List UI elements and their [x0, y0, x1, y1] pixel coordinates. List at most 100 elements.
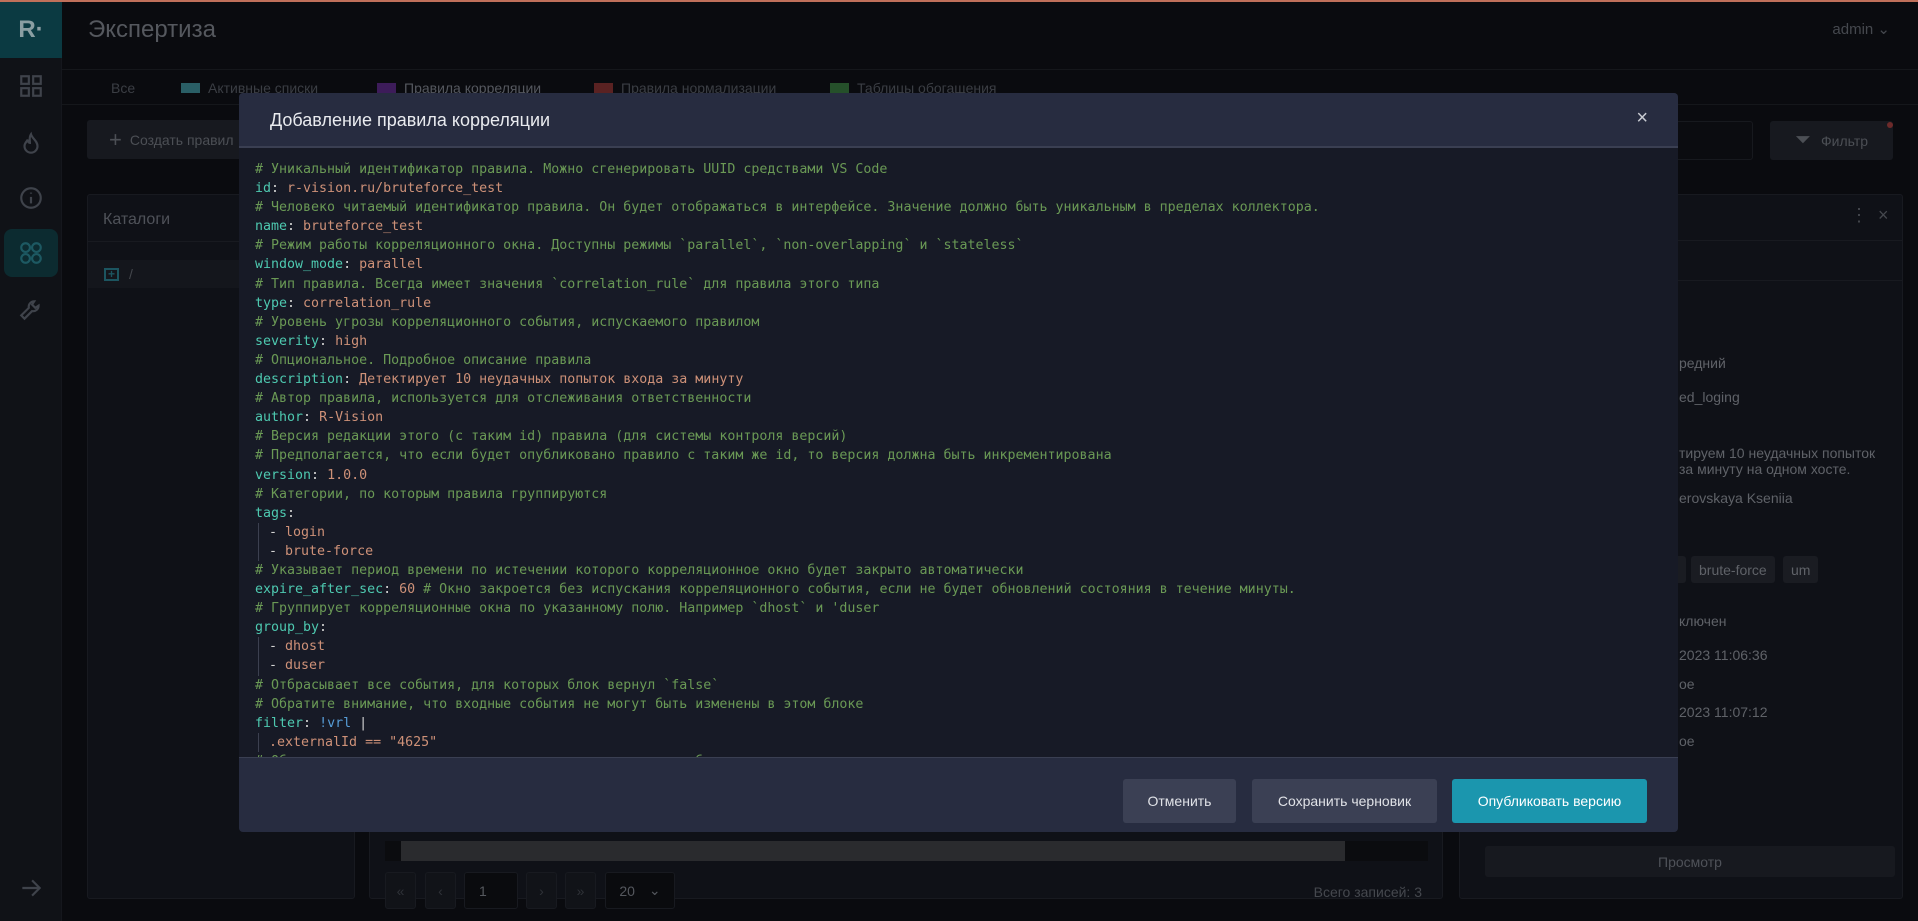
code-value: parallel	[359, 257, 424, 273]
detail-updated-by: ое	[1679, 733, 1695, 749]
code-line: severity: high	[255, 332, 1678, 351]
code-line: tags:	[255, 504, 1678, 523]
info-icon[interactable]	[0, 178, 62, 218]
publish-version-button[interactable]: Опубликовать версию	[1452, 779, 1647, 823]
code-value: bruteforce_test	[303, 219, 424, 235]
code-comment: # Уникальный идентификатор правила. Можн…	[255, 162, 888, 177]
code-value: Детектирует 10 неудачных попыток входа з…	[359, 372, 744, 388]
code-punct: -	[269, 543, 286, 559]
tab-color-swatch	[181, 83, 200, 93]
first-page-button[interactable]: «	[385, 872, 416, 909]
prev-page-button[interactable]: ‹	[425, 872, 456, 909]
code-line: # Категории, по которым правила группиру…	[255, 485, 1678, 504]
code-punct: |	[351, 715, 368, 731]
horizontal-scrollbar[interactable]	[385, 841, 1428, 861]
code-key: author	[255, 410, 304, 426]
code-punct: :	[343, 257, 360, 273]
code-key: tags	[255, 505, 288, 521]
code-line: id: r-vision.ru/bruteforce_test	[255, 179, 1678, 198]
code-line: window_mode: parallel	[255, 255, 1678, 274]
code-line: # Отбрасывает все события, для которых б…	[255, 676, 1678, 695]
save-draft-button[interactable]: Сохранить черновик	[1252, 779, 1437, 823]
code-line: description: Детектирует 10 неудачных по…	[255, 370, 1678, 389]
code-line: # Группирует корреляционные окна по указ…	[255, 599, 1678, 618]
code-comment: # Автор правила, используется для отслеж…	[255, 391, 752, 407]
code-punct: :	[271, 181, 288, 197]
code-punct: :	[303, 410, 320, 426]
code-punct: :	[287, 295, 304, 311]
code-line: - brute-force	[255, 541, 1678, 562]
sidebar: R·	[0, 2, 62, 921]
page-size-value: 20	[619, 882, 635, 899]
chevron-down-icon: ⌄	[1877, 21, 1890, 38]
detail-created-at: 2023 11:06:36	[1679, 647, 1768, 663]
tag-chip: um	[1783, 556, 1819, 583]
close-icon[interactable]: ×	[1878, 205, 1889, 226]
logo[interactable]: R·	[0, 2, 62, 58]
code-line: # Автор правила, используется для отслеж…	[255, 389, 1678, 408]
create-rule-button[interactable]: + Создать правил	[87, 120, 247, 159]
code-punct: :	[319, 620, 328, 636]
view-button[interactable]: Просмотр	[1485, 846, 1895, 877]
code-comment: # Версия редакции этого (с таким id) пра…	[255, 429, 848, 445]
detail-created-by: ое	[1679, 676, 1695, 692]
code-punct: -	[269, 658, 286, 674]
code-comment: # Человеко читаемый идентификатор правил…	[255, 200, 1320, 216]
tab-color-swatch	[377, 83, 396, 93]
code-line: - login	[255, 522, 1678, 542]
code-key: description	[255, 372, 344, 388]
code-line: # Тип правила. Всегда имеет значения `co…	[255, 275, 1678, 294]
dashboard-icon[interactable]	[0, 66, 62, 106]
chevron-down-icon: ⌄	[648, 882, 661, 898]
catalog-root-label: /	[129, 266, 133, 282]
code-comment: # Предполагается, что если будет опублик…	[255, 448, 1112, 464]
filter-label: Фильтр	[1820, 132, 1869, 149]
code-comment: # Окно закроется без испускания корреляц…	[415, 582, 1296, 598]
code-comment: # Отбрасывает все события, для которых б…	[255, 677, 720, 693]
scrollbar-thumb[interactable]	[401, 841, 1345, 861]
tab-color-swatch	[830, 83, 849, 93]
code-line: # Режим работы корреляционного окна. Дос…	[255, 236, 1678, 255]
next-page-button[interactable]: ›	[526, 872, 557, 909]
code-line: # Человеко читаемый идентификатор правил…	[255, 198, 1678, 217]
code-punct: :	[287, 219, 304, 235]
code-punct: :	[383, 582, 400, 598]
code-line: # Указывает период времени по истечении …	[255, 561, 1678, 580]
filter-icon: ⏷	[1794, 129, 1811, 151]
code-key: version	[255, 467, 312, 483]
close-icon[interactable]: ×	[1636, 107, 1648, 130]
user-menu[interactable]: admin ⌄	[1832, 20, 1890, 38]
tag-chip: brute-force	[1691, 556, 1775, 583]
code-value: duser	[285, 658, 326, 674]
arrow-right-icon[interactable]	[0, 868, 62, 908]
more-options-icon[interactable]: ⋮	[1850, 205, 1868, 226]
expand-icon[interactable]: +	[104, 267, 119, 281]
code-editor[interactable]: # Уникальный идентификатор правила. Можн…	[239, 150, 1678, 757]
code-value: 1.0.0	[327, 467, 368, 483]
cancel-button[interactable]: Отменить	[1123, 779, 1236, 823]
code-value: correlation_rule	[303, 295, 432, 311]
page-input[interactable]: 1	[464, 872, 518, 909]
code-comment: # Обратите внимание, что входные события…	[255, 696, 864, 712]
filter-button[interactable]: ⏷ Фильтр	[1770, 121, 1893, 160]
page-size-select[interactable]: 20 ⌄	[605, 872, 675, 909]
code-line: filter: !vrl |	[255, 714, 1678, 733]
code-line: - dhost	[255, 637, 1678, 657]
code-tag: !vrl	[319, 715, 352, 731]
tab-label: Все	[111, 80, 136, 96]
code-line: expire_after_sec: 60 # Окно закроется бе…	[255, 580, 1678, 599]
last-page-button[interactable]: »	[565, 872, 596, 909]
wrench-icon[interactable]	[0, 290, 62, 330]
code-value: .externalId == "4625"	[269, 734, 438, 750]
code-line: # Предполагается, что если будет опублик…	[255, 446, 1678, 465]
code-key: name	[255, 219, 288, 235]
code-comment: # Уровень угрозы корреляционного события…	[255, 314, 760, 330]
fire-icon[interactable]	[0, 124, 62, 164]
add-correlation-rule-dialog: Добавление правила корреляции × # Уникал…	[239, 93, 1678, 832]
expertise-icon[interactable]	[4, 229, 58, 277]
tab-color-swatch	[594, 83, 613, 93]
code-key: group_by	[255, 620, 320, 636]
tab-all[interactable]: Все	[111, 80, 135, 96]
code-comment: # Тип правила. Всегда имеет значения `co…	[255, 276, 880, 292]
create-rule-label: Создать правил	[129, 131, 234, 148]
